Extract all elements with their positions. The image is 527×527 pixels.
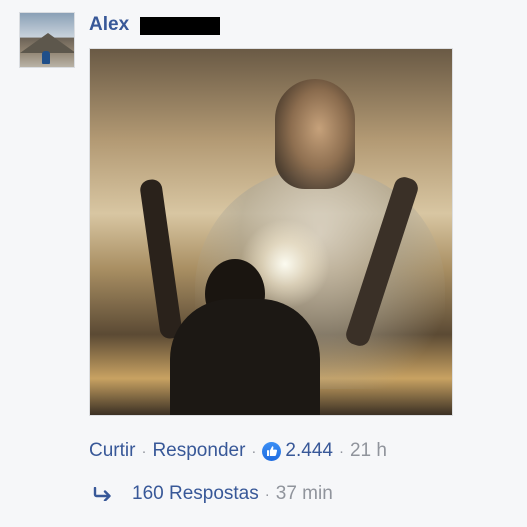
reaction-count[interactable]: 2.444 <box>285 440 333 462</box>
reply-link[interactable]: Responder <box>152 440 245 462</box>
separator-dot: · <box>264 485 270 503</box>
like-thumbs-up-icon[interactable] <box>262 441 282 461</box>
photo-figure-head <box>275 79 355 189</box>
reply-arrow-icon <box>92 487 114 501</box>
avatar[interactable] <box>19 12 75 68</box>
comment-timestamp[interactable]: 21 h <box>350 440 387 462</box>
comment-actions: Curtir · Responder · 2.444 · 21 h <box>89 438 387 464</box>
author-name[interactable]: Alex <box>89 14 129 36</box>
separator-dot: · <box>141 442 147 460</box>
replies-row[interactable]: 160 Respostas · 37 min <box>92 481 333 507</box>
comment-photo[interactable] <box>89 48 453 416</box>
avatar-mountain <box>20 33 74 53</box>
photo-man-body <box>170 299 320 415</box>
photo-raised-arm-left <box>138 178 184 340</box>
avatar-person <box>42 51 50 64</box>
like-link[interactable]: Curtir <box>89 440 135 462</box>
separator-dot: · <box>251 442 257 460</box>
replies-timestamp: 37 min <box>275 483 333 504</box>
separator-dot: · <box>338 442 344 460</box>
redaction-bar <box>140 17 220 35</box>
replies-count-link[interactable]: 160 Respostas <box>132 483 259 505</box>
